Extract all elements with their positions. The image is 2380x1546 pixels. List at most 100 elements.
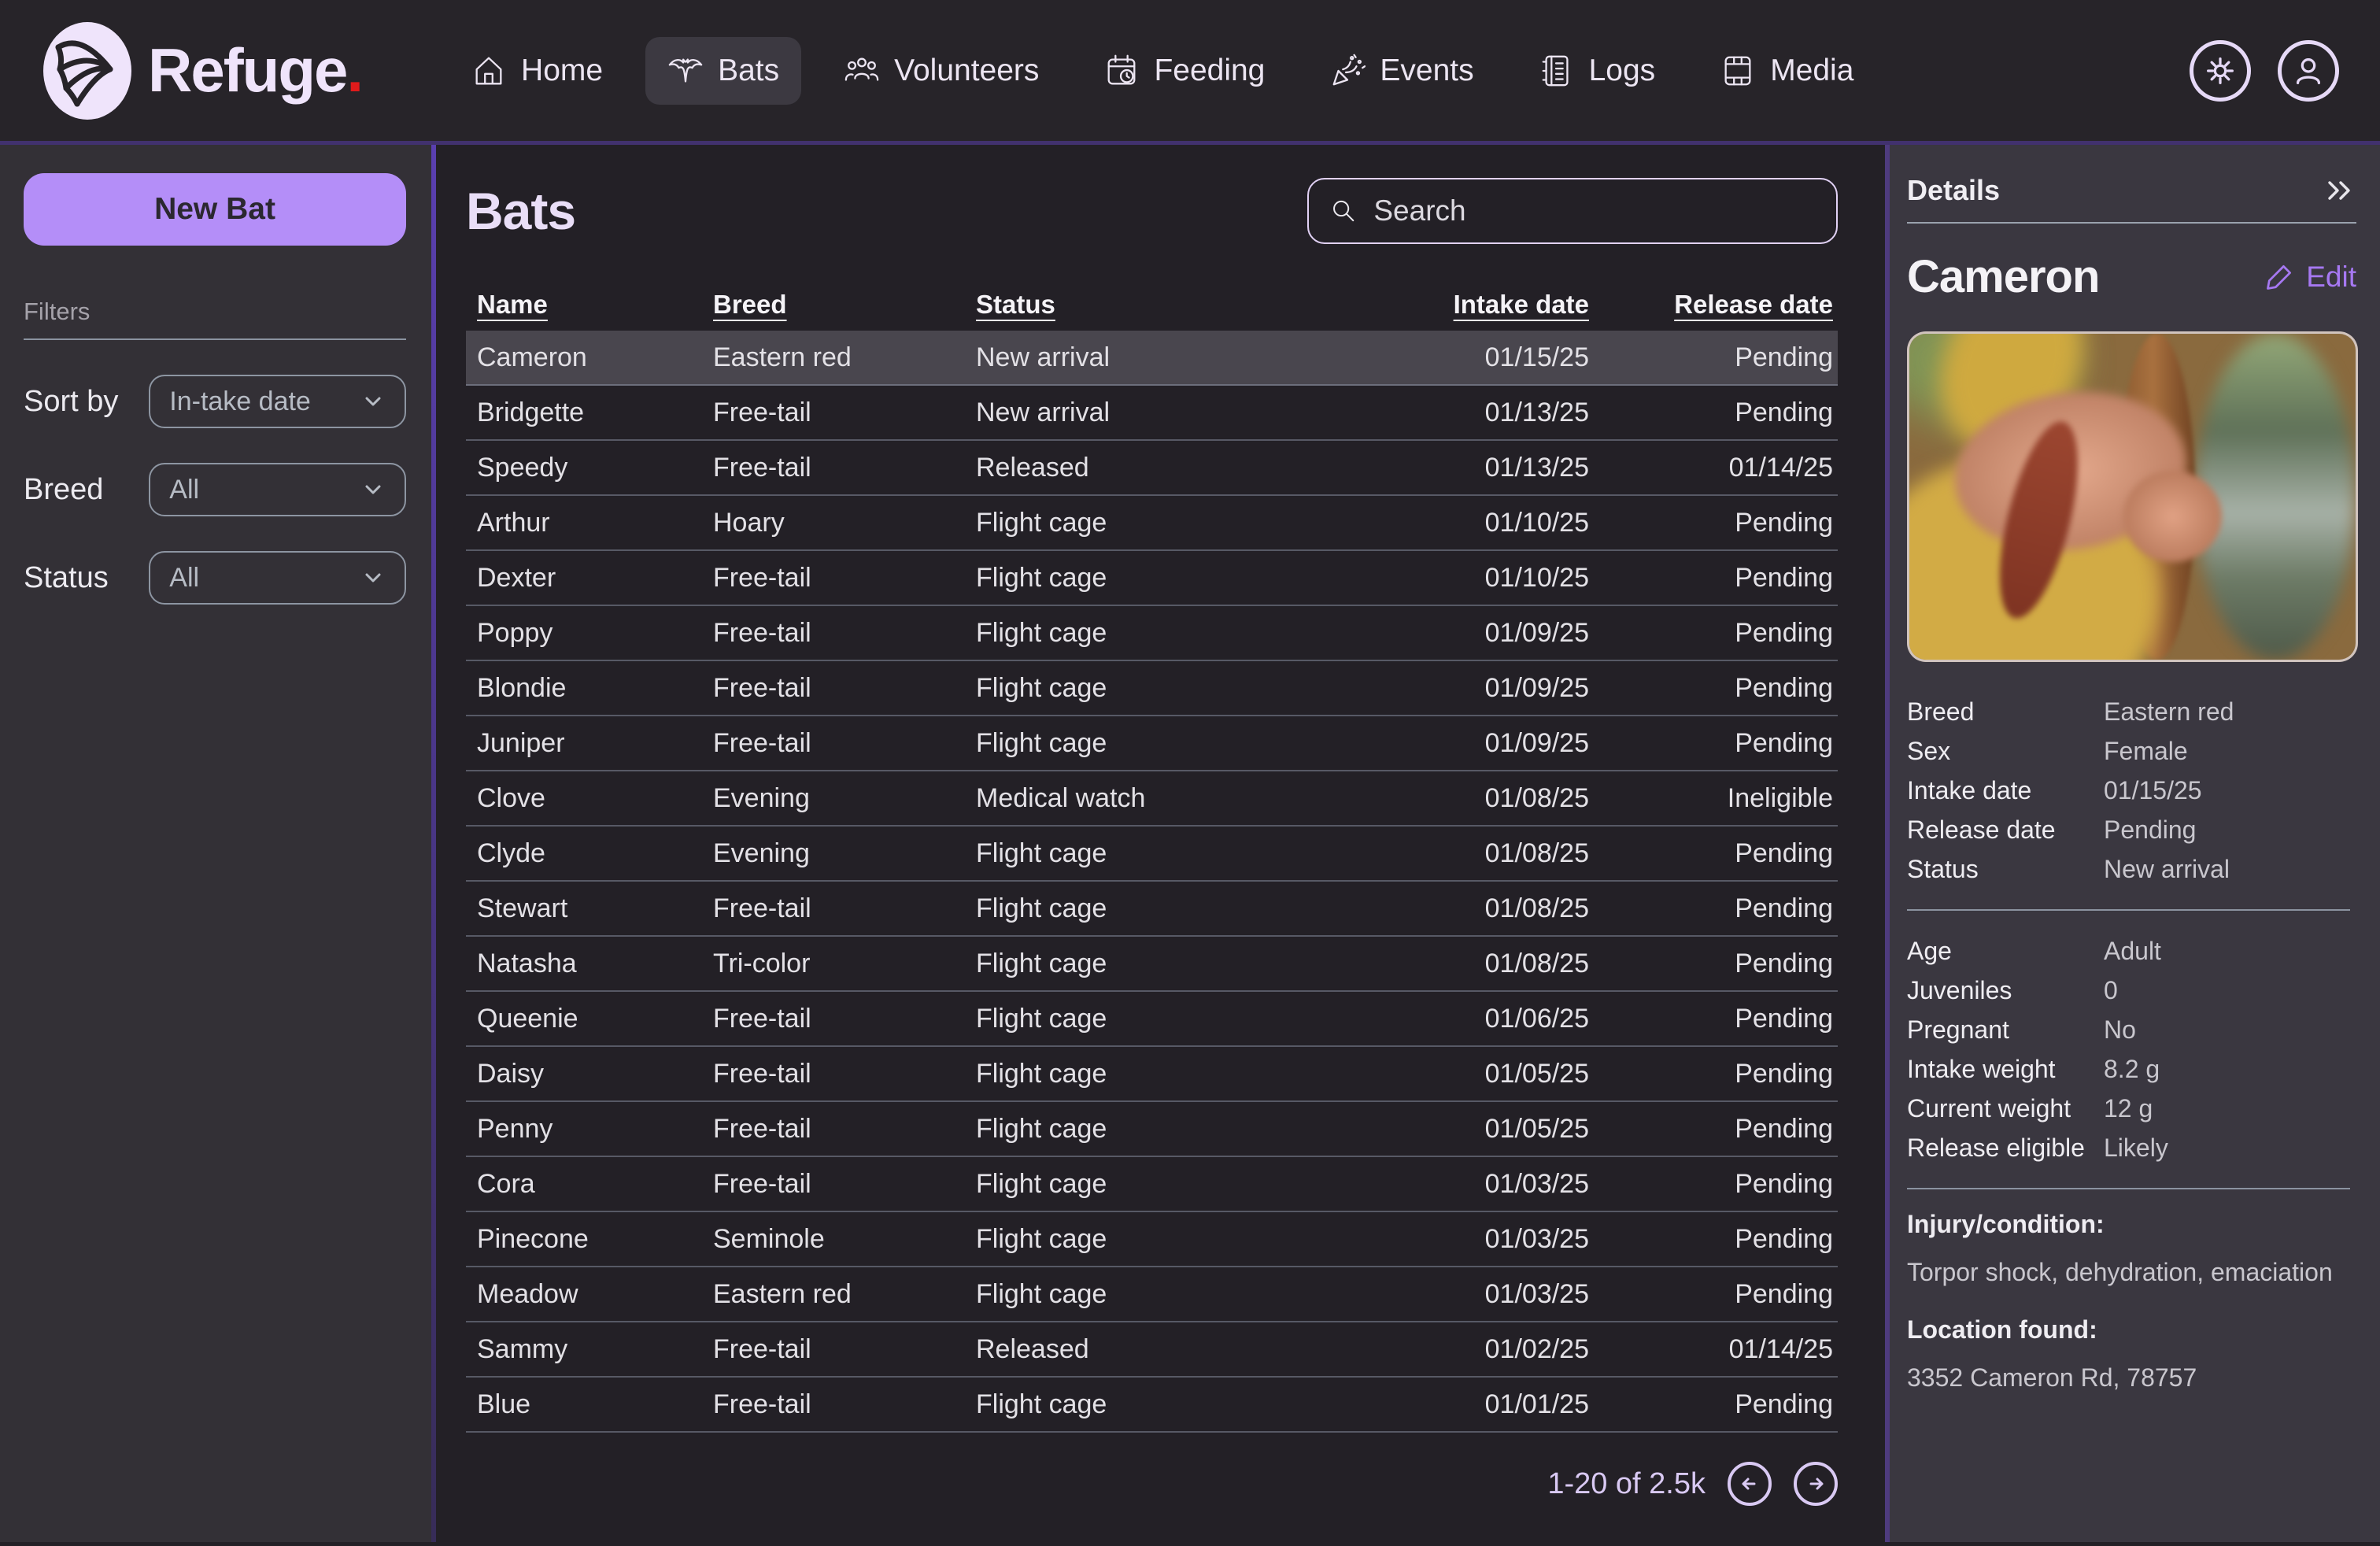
cell-intake-date: 01/03/25 (1329, 1169, 1589, 1200)
table-row[interactable]: Cameron Eastern red New arrival 01/15/25… (466, 331, 1838, 386)
cell-intake-date: 01/09/25 (1329, 618, 1589, 649)
account-button[interactable] (2278, 40, 2339, 102)
cell-breed: Free-tail (713, 1059, 976, 1089)
filter-label: Sort by (24, 385, 149, 419)
prev-page-button[interactable] (1728, 1462, 1772, 1506)
filter-select[interactable]: All (149, 551, 406, 605)
cell-status: Flight cage (976, 1004, 1329, 1034)
nav-item-bats[interactable]: Bats (645, 37, 801, 105)
table-row[interactable]: Blue Free-tail Flight cage 01/01/25 Pend… (466, 1378, 1838, 1433)
cell-intake-date: 01/15/25 (1329, 342, 1589, 373)
notebook-icon (1539, 53, 1575, 89)
cell-status: Flight cage (976, 1389, 1329, 1420)
search-box[interactable] (1307, 178, 1838, 244)
secondary-fields: Age Adult Juveniles 0 Pregnant No Intake… (1907, 931, 2356, 1167)
cell-intake-date: 01/13/25 (1329, 398, 1589, 428)
cell-status: Flight cage (976, 1279, 1329, 1310)
table-row[interactable]: Blondie Free-tail Flight cage 01/09/25 P… (466, 661, 1838, 716)
cell-name: Daisy (477, 1059, 713, 1089)
col-header-name[interactable]: Name (477, 290, 713, 320)
cell-name: Dexter (477, 563, 713, 594)
brand-logo[interactable]: Refuge. (41, 20, 362, 121)
col-header-release-date[interactable]: Release date (1589, 290, 1833, 320)
table-row[interactable]: Arthur Hoary Flight cage 01/10/25 Pendin… (466, 496, 1838, 551)
table-row[interactable]: Queenie Free-tail Flight cage 01/06/25 P… (466, 992, 1838, 1047)
cell-name: Clove (477, 783, 713, 814)
cell-release-date: Pending (1589, 728, 1833, 759)
bats-main-panel: Bats Name Breed Status Intake date Relea… (436, 145, 1885, 1542)
table-row[interactable]: Bridgette Free-tail New arrival 01/13/25… (466, 386, 1838, 441)
nav-item-feeding[interactable]: Feeding (1081, 37, 1287, 105)
detail-field: Current weight 12 g (1907, 1089, 2356, 1128)
col-header-breed[interactable]: Breed (713, 290, 976, 320)
field-value: 0 (2104, 976, 2356, 1005)
cell-status: Medical watch (976, 783, 1329, 814)
table-row[interactable]: Speedy Free-tail Released 01/13/25 01/14… (466, 441, 1838, 496)
detail-field: Release date Pending (1907, 810, 2356, 849)
table-row[interactable]: Clove Evening Medical watch 01/08/25 Ine… (466, 771, 1838, 827)
field-value: 8.2 g (2104, 1055, 2356, 1084)
cell-breed: Free-tail (713, 673, 976, 704)
table-row[interactable]: Cora Free-tail Flight cage 01/03/25 Pend… (466, 1157, 1838, 1212)
cell-release-date: Pending (1589, 618, 1833, 649)
cell-status: Flight cage (976, 508, 1329, 538)
cell-name: Cameron (477, 342, 713, 373)
table-row[interactable]: Stewart Free-tail Flight cage 01/08/25 P… (466, 882, 1838, 937)
filters-divider (24, 338, 406, 340)
table-row[interactable]: Penny Free-tail Flight cage 01/05/25 Pen… (466, 1102, 1838, 1157)
table-row[interactable]: Clyde Evening Flight cage 01/08/25 Pendi… (466, 827, 1838, 882)
next-page-button[interactable] (1794, 1462, 1838, 1506)
cell-name: Speedy (477, 453, 713, 483)
table-row[interactable]: Meadow Eastern red Flight cage 01/03/25 … (466, 1267, 1838, 1322)
cell-intake-date: 01/13/25 (1329, 453, 1589, 483)
table-row[interactable]: Dexter Free-tail Flight cage 01/10/25 Pe… (466, 551, 1838, 606)
table-row[interactable]: Juniper Free-tail Flight cage 01/09/25 P… (466, 716, 1838, 771)
nav-item-volunteers[interactable]: Volunteers (822, 37, 1061, 105)
nav-item-home[interactable]: Home (449, 37, 625, 105)
nav-item-logs[interactable]: Logs (1517, 37, 1678, 105)
filter-select[interactable]: All (149, 463, 406, 516)
field-value: Adult (2104, 937, 2356, 966)
table-row[interactable]: Sammy Free-tail Released 01/02/25 01/14/… (466, 1322, 1838, 1378)
settings-button[interactable] (2190, 40, 2251, 102)
nav-item-events[interactable]: Events (1307, 37, 1495, 105)
detail-field: Intake date 01/15/25 (1907, 771, 2356, 810)
cell-name: Sammy (477, 1334, 713, 1365)
new-bat-button[interactable]: New Bat (24, 173, 406, 246)
table-row[interactable]: Natasha Tri-color Flight cage 01/08/25 P… (466, 937, 1838, 992)
cell-release-date: Pending (1589, 949, 1833, 979)
cell-breed: Free-tail (713, 1169, 976, 1200)
detail-field: Age Adult (1907, 931, 2356, 971)
primary-fields: Breed Eastern red Sex Female Intake date… (1907, 692, 2356, 889)
cell-status: Flight cage (976, 838, 1329, 869)
cell-status: Flight cage (976, 1169, 1329, 1200)
search-input[interactable] (1373, 194, 1816, 227)
table-row[interactable]: Poppy Free-tail Flight cage 01/09/25 Pen… (466, 606, 1838, 661)
cell-intake-date: 01/02/25 (1329, 1334, 1589, 1365)
cell-release-date: Pending (1589, 1114, 1833, 1145)
details-panel: Details Cameron Edit Bree (1885, 145, 2380, 1542)
cell-breed: Free-tail (713, 453, 976, 483)
col-header-intake-date[interactable]: Intake date (1329, 290, 1589, 320)
cell-breed: Hoary (713, 508, 976, 538)
collapse-panel-button[interactable] (2322, 173, 2356, 208)
injury-section: Injury/condition: Torpor shock, dehydrat… (1907, 1210, 2356, 1287)
filter-select[interactable]: In-take date (149, 375, 406, 428)
page-title: Bats (466, 181, 575, 241)
edit-button[interactable]: Edit (2264, 261, 2356, 294)
cell-breed: Seminole (713, 1224, 976, 1255)
cell-name: Blue (477, 1389, 713, 1420)
field-label: Sex (1907, 737, 2104, 766)
col-header-status[interactable]: Status (976, 290, 1329, 320)
field-value: 01/15/25 (2104, 776, 2356, 805)
table-row[interactable]: Daisy Free-tail Flight cage 01/05/25 Pen… (466, 1047, 1838, 1102)
pagination-count: 1-20 of 2.5k (1547, 1467, 1706, 1501)
field-value: New arrival (2104, 855, 2356, 884)
nav-item-media[interactable]: Media (1698, 37, 1876, 105)
table-row[interactable]: Pinecone Seminole Flight cage 01/03/25 P… (466, 1212, 1838, 1267)
cell-release-date: 01/14/25 (1589, 1334, 1833, 1365)
cell-intake-date: 01/06/25 (1329, 1004, 1589, 1034)
field-label: Juveniles (1907, 976, 2104, 1005)
detail-field: Juveniles 0 (1907, 971, 2356, 1010)
field-value: No (2104, 1015, 2356, 1045)
